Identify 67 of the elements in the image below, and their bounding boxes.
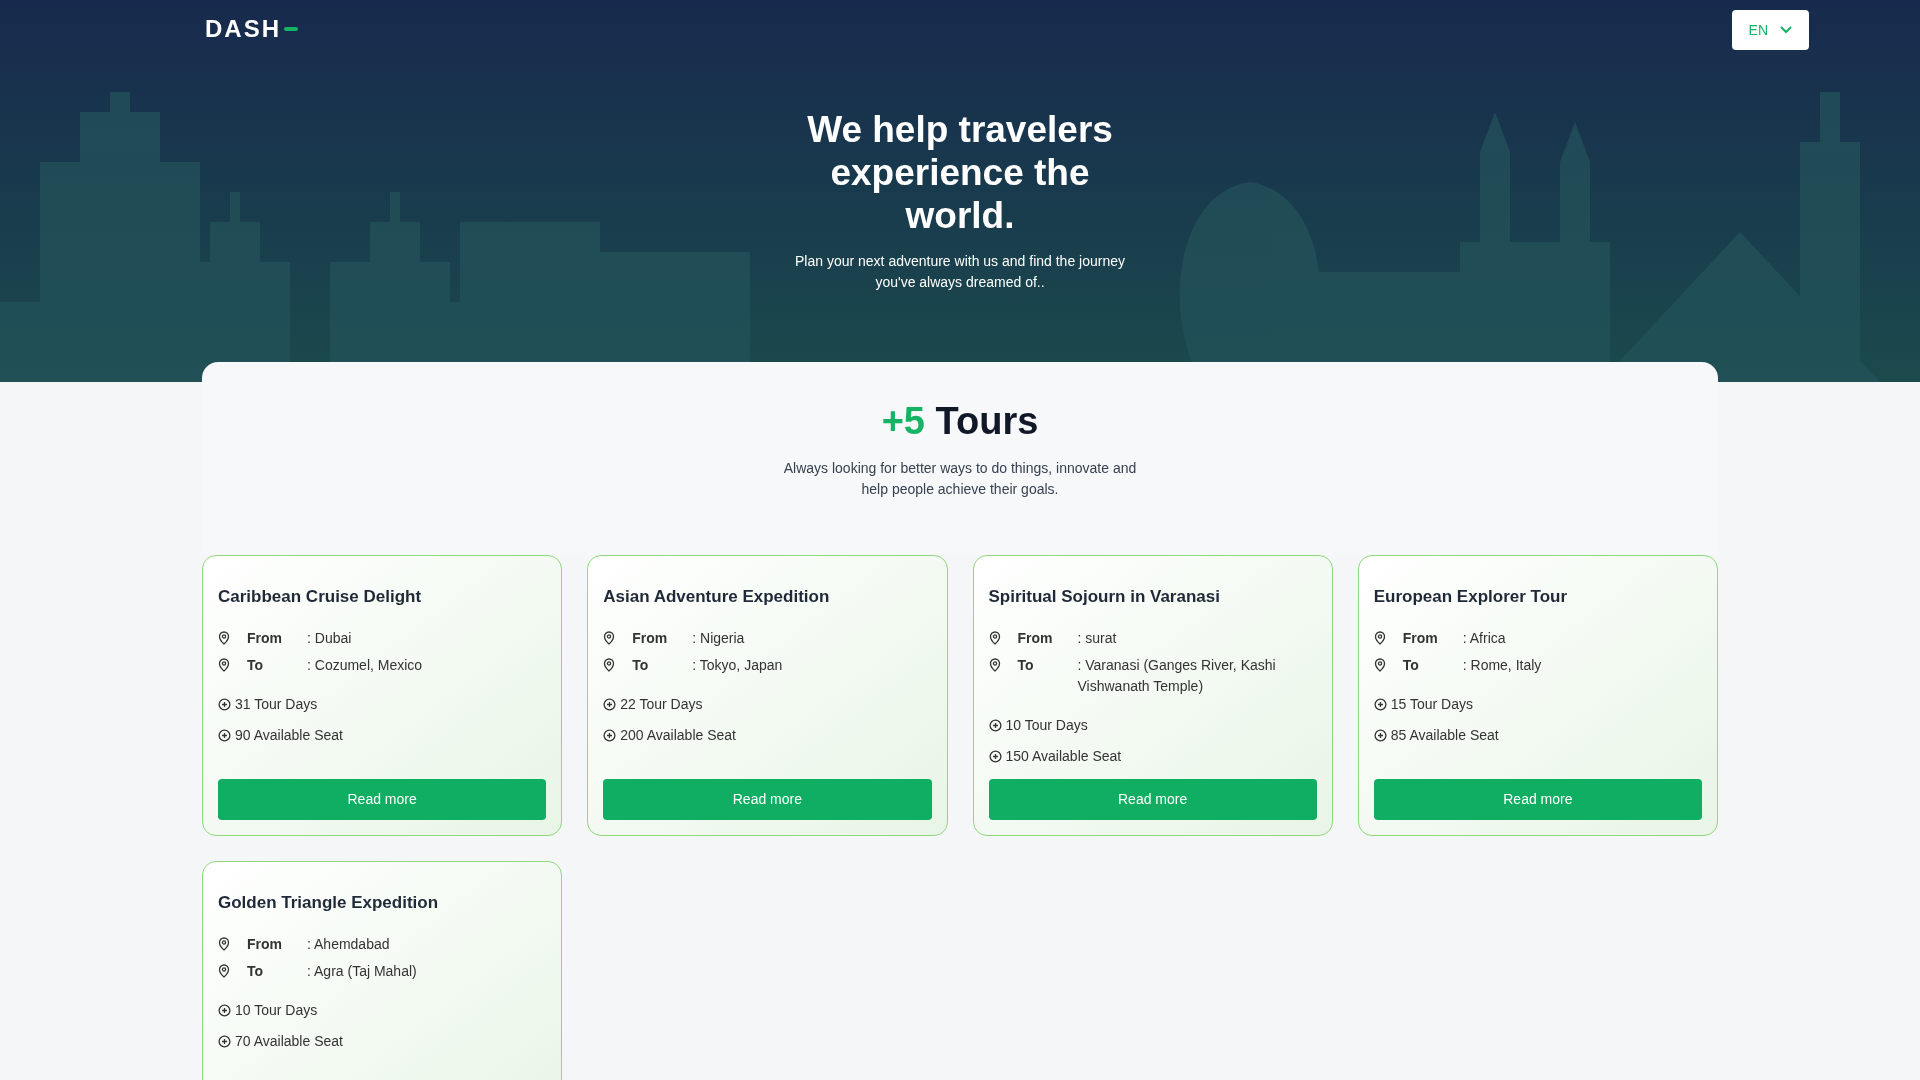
read-more-button[interactable]: Read more (988, 779, 1317, 820)
tour-days: 10 Tour Days (235, 999, 318, 1021)
route-value: : Nigeria (692, 628, 745, 648)
plus-circle-icon (218, 1003, 231, 1017)
location-pin-icon (603, 657, 616, 672)
plus-circle-icon (218, 728, 231, 742)
route-value: : Rome, Italy (1462, 655, 1542, 675)
tour-days: 31 Tour Days (235, 693, 318, 715)
tour-title: Caribbean Cruise Delight (218, 586, 423, 608)
route-value: : Tokyo, Japan (692, 655, 783, 675)
tour-title: Asian Adventure Expedition (603, 586, 831, 608)
route-value: : Cozumel, Mexico (307, 655, 423, 675)
location-pin-icon (218, 936, 230, 951)
route-label: From (632, 628, 669, 648)
plus-circle-icon (988, 718, 1002, 732)
location-pin-icon (988, 630, 1001, 645)
route-label: To (1402, 655, 1420, 675)
location-pin-icon (218, 657, 230, 672)
location-pin-icon (1373, 657, 1386, 672)
route-label: From (247, 934, 283, 954)
hero-subtitle: Plan your next adventure with us and find the journey you've always dreamed of.. (794, 252, 1126, 292)
route-value: : Africa (1462, 628, 1506, 648)
available-seats: 90 Available Seat (235, 724, 343, 746)
tours-heading: Tours (935, 400, 1039, 442)
available-seats: 70 Available Seat (235, 1030, 343, 1052)
route-label: To (632, 655, 650, 675)
logo: DASH (205, 14, 298, 44)
location-pin-icon (988, 657, 1001, 672)
route-label: From (247, 628, 283, 648)
location-pin-icon (603, 630, 616, 645)
tour-title: Spiritual Sojourn in Varanasi (988, 586, 1221, 608)
tours-subtitle: Always looking for better ways to do things, innovate and help people achieve their goals. (782, 459, 1138, 499)
route-label: From (1402, 628, 1439, 648)
plus-circle-icon (1373, 697, 1387, 711)
read-more-button[interactable]: Read more (603, 779, 932, 820)
route-label: To (247, 655, 265, 675)
plus-circle-icon (1373, 728, 1387, 742)
tour-days: 22 Tour Days (620, 693, 703, 715)
hero-title: We help travelers experience the world. (806, 108, 1114, 237)
available-seats: 150 Available Seat (1005, 745, 1122, 767)
plus-circle-icon (218, 697, 231, 711)
tour-title: European Explorer Tour (1373, 586, 1569, 608)
plus-circle-icon (988, 749, 1002, 763)
tour-title: Golden Triangle Expedition (218, 892, 440, 914)
location-pin-icon (1373, 630, 1386, 645)
language-dropdown[interactable]: EN (1731, 10, 1809, 50)
location-pin-icon (218, 963, 230, 978)
chevron-down-icon (1780, 26, 1792, 34)
location-pin-icon (218, 630, 230, 645)
route-label: To (1017, 655, 1035, 675)
available-seats: 85 Available Seat (1390, 724, 1499, 746)
route-value: : surat (1077, 628, 1117, 648)
route-value: : Agra (Taj Mahal) (307, 961, 417, 981)
route-value: : Dubai (307, 628, 352, 648)
plus-circle-icon (603, 697, 617, 711)
route-label: To (247, 961, 265, 981)
available-seats: 200 Available Seat (620, 724, 736, 746)
route-label: From (1017, 628, 1054, 648)
read-more-button[interactable]: Read more (218, 779, 547, 820)
route-value: : Varanasi (Ganges River, Kashi Vishwanath Temple) (1077, 655, 1277, 696)
tour-days: 10 Tour Days (1005, 714, 1088, 736)
plus-circle-icon (218, 1034, 231, 1048)
tours-count: +5 (881, 400, 925, 442)
plus-circle-icon (603, 728, 617, 742)
read-more-button[interactable]: Read more (1373, 779, 1702, 820)
tour-days: 15 Tour Days (1390, 693, 1473, 715)
route-value: : Ahemdabad (307, 934, 390, 954)
